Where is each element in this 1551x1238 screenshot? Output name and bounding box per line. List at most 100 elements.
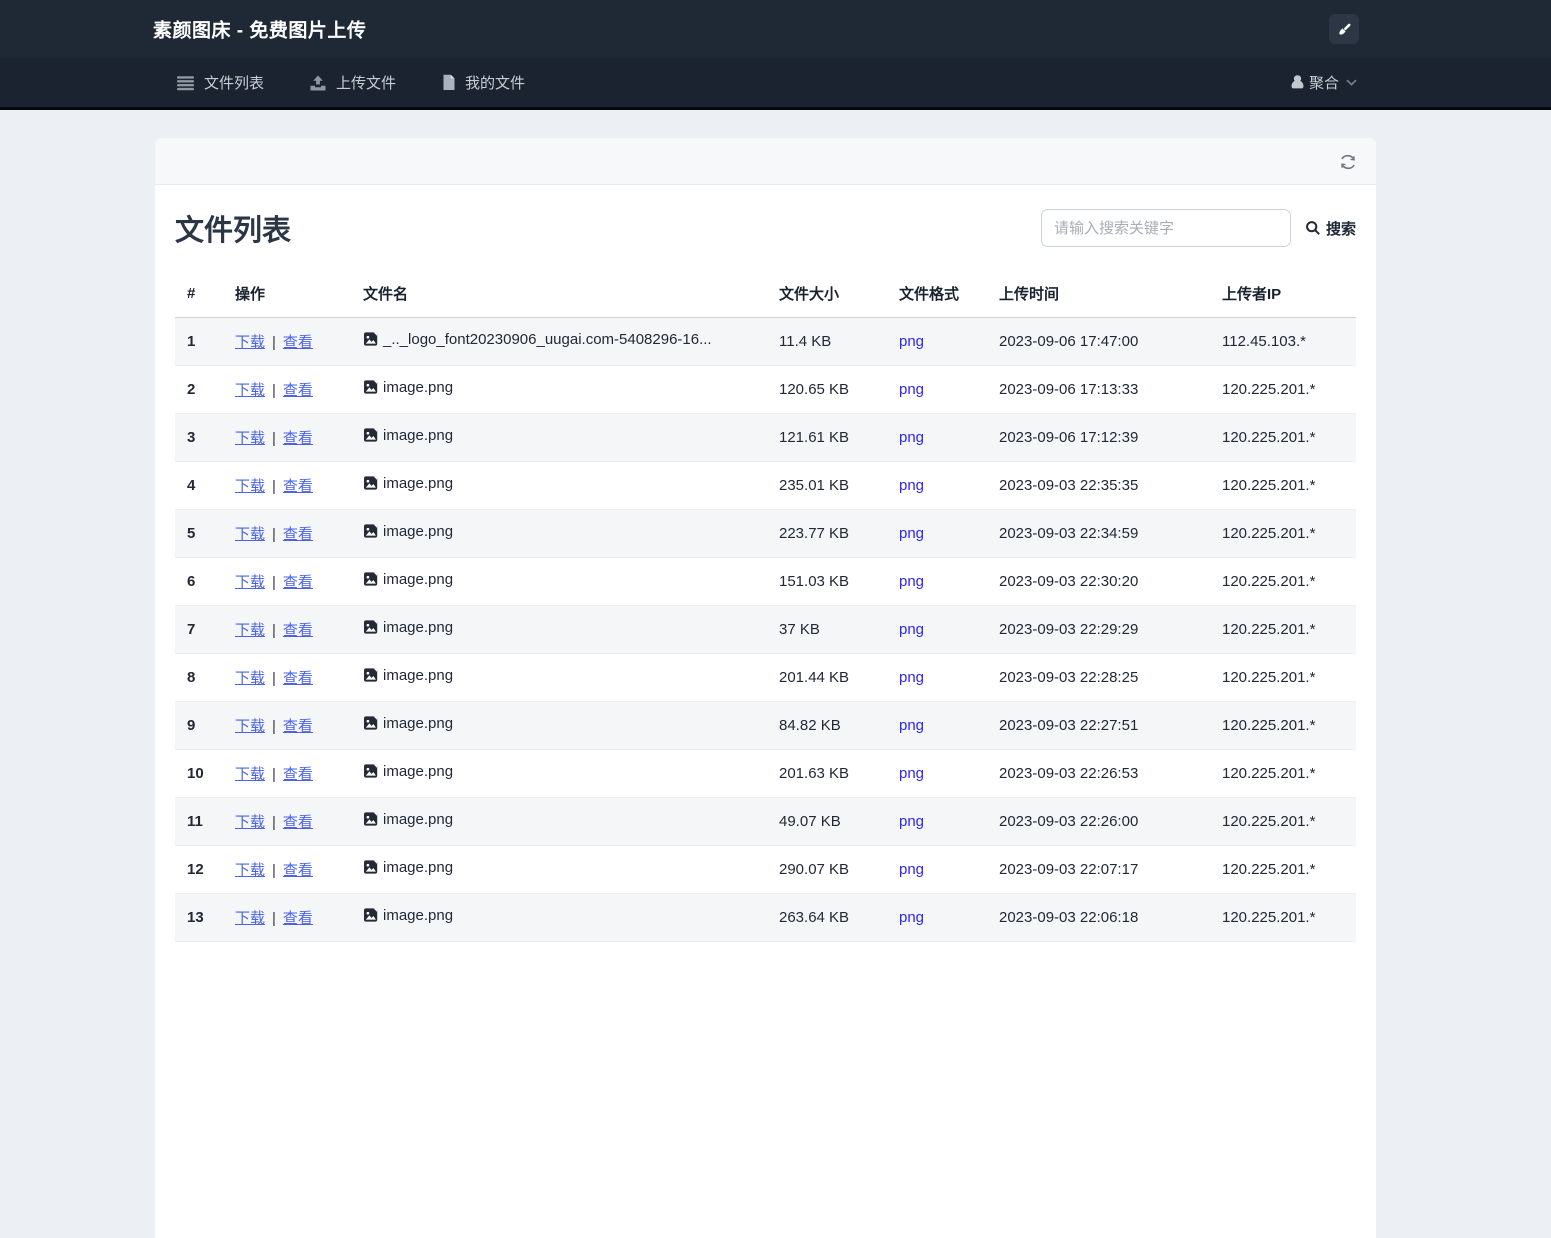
format-link[interactable]: png <box>899 621 924 638</box>
refresh-button[interactable] <box>1336 150 1360 174</box>
file-name: image.png <box>383 378 454 396</box>
page-title: 文件列表 <box>175 215 292 247</box>
search-button[interactable]: 搜索 <box>1305 218 1356 239</box>
file-size: 120.65 KB <box>767 365 887 414</box>
uploader-ip: 120.225.201.* <box>1210 701 1356 750</box>
download-link[interactable]: 下载 <box>235 622 265 639</box>
upload-time: 2023-09-06 17:47:00 <box>987 317 1210 366</box>
action-separator: | <box>272 765 276 783</box>
format-link[interactable]: png <box>899 813 924 830</box>
list-icon <box>176 75 195 91</box>
view-link[interactable]: 查看 <box>283 382 313 399</box>
image-file-icon <box>363 475 379 491</box>
download-link[interactable]: 下载 <box>235 478 265 495</box>
col-header-format: 文件格式 <box>887 271 987 318</box>
upload-time: 2023-09-03 22:27:51 <box>987 701 1210 750</box>
row-actions: 下载 | 查看 <box>223 701 351 750</box>
row-filename-cell: image.png <box>351 509 767 558</box>
row-filename-cell: image.png <box>351 461 767 510</box>
nav-item-label: 我的文件 <box>465 75 526 92</box>
table-row: 11 下载 | 查看 image.png 49.07 KB png 2023-09-… <box>175 797 1356 846</box>
view-link[interactable]: 查看 <box>283 622 313 639</box>
format-link[interactable]: png <box>899 525 924 542</box>
download-link[interactable]: 下载 <box>235 862 265 879</box>
format-link[interactable]: png <box>899 765 924 782</box>
table-row: 6 下载 | 查看 image.png 151.03 KB png 2023-09-… <box>175 557 1356 606</box>
download-link[interactable]: 下载 <box>235 766 265 783</box>
search-input[interactable] <box>1040 209 1291 247</box>
upload-time: 2023-09-03 22:35:35 <box>987 461 1210 510</box>
download-link[interactable]: 下载 <box>235 814 265 831</box>
format-link[interactable]: png <box>899 381 924 398</box>
download-link[interactable]: 下载 <box>235 718 265 735</box>
row-actions: 下载 | 查看 <box>223 893 351 942</box>
image-file-icon <box>363 667 379 683</box>
view-link[interactable]: 查看 <box>283 526 313 543</box>
upload-time: 2023-09-03 22:30:20 <box>987 557 1210 606</box>
file-name: image.png <box>383 858 454 876</box>
action-separator: | <box>272 909 276 927</box>
file-table: # 操作 文件名 文件大小 文件格式 上传时间 上传者IP 1 下载 | 查看 <box>175 271 1356 942</box>
format-link[interactable]: png <box>899 669 924 686</box>
file-size: 151.03 KB <box>767 557 887 606</box>
search-group: 搜索 <box>1040 209 1356 247</box>
file-name: image.png <box>383 762 454 780</box>
col-header-filename: 文件名 <box>351 271 767 318</box>
upload-time: 2023-09-03 22:28:25 <box>987 653 1210 702</box>
download-link[interactable]: 下载 <box>235 670 265 687</box>
view-link[interactable]: 查看 <box>283 910 313 927</box>
chevron-down-icon <box>1346 79 1357 86</box>
upload-time: 2023-09-03 22:06:18 <box>987 893 1210 942</box>
view-link[interactable]: 查看 <box>283 478 313 495</box>
view-link[interactable]: 查看 <box>283 574 313 591</box>
card-body: 文件列表 搜索 <box>155 185 1376 942</box>
row-actions: 下载 | 查看 <box>223 605 351 654</box>
download-link[interactable]: 下载 <box>235 574 265 591</box>
image-file-icon <box>363 571 379 587</box>
row-filename-cell: _.._logo_font20230906_uugai.com-5408296-… <box>351 317 767 366</box>
col-header-actions: 操作 <box>223 271 351 318</box>
download-link[interactable]: 下载 <box>235 334 265 351</box>
view-link[interactable]: 查看 <box>283 670 313 687</box>
download-link[interactable]: 下载 <box>235 430 265 447</box>
file-list-card: 文件列表 搜索 <box>155 138 1376 1238</box>
view-link[interactable]: 查看 <box>283 430 313 447</box>
upload-time: 2023-09-03 22:29:29 <box>987 605 1210 654</box>
col-header-filesize: 文件大小 <box>767 271 887 318</box>
download-link[interactable]: 下载 <box>235 526 265 543</box>
row-filename-cell: image.png <box>351 701 767 750</box>
format-link[interactable]: png <box>899 717 924 734</box>
format-link[interactable]: png <box>899 861 924 878</box>
file-name: image.png <box>383 666 454 684</box>
penguin-icon <box>1289 74 1306 91</box>
nav-item-upload[interactable]: 上传文件 <box>309 72 396 93</box>
view-link[interactable]: 查看 <box>283 718 313 735</box>
theme-toggle-button[interactable] <box>1329 14 1359 44</box>
file-size: 49.07 KB <box>767 797 887 846</box>
file-name: image.png <box>383 618 454 636</box>
format-link[interactable]: png <box>899 573 924 590</box>
table-row: 8 下载 | 查看 image.png 201.44 KB png 2023-09-… <box>175 653 1356 702</box>
view-link[interactable]: 查看 <box>283 862 313 879</box>
download-link[interactable]: 下载 <box>235 382 265 399</box>
image-file-icon <box>363 331 379 347</box>
view-link[interactable]: 查看 <box>283 766 313 783</box>
format-link[interactable]: png <box>899 477 924 494</box>
view-link[interactable]: 查看 <box>283 814 313 831</box>
format-link[interactable]: png <box>899 333 924 350</box>
row-index: 7 <box>175 605 223 654</box>
format-link[interactable]: png <box>899 429 924 446</box>
download-link[interactable]: 下载 <box>235 910 265 927</box>
file-size: 37 KB <box>767 605 887 654</box>
row-filename-cell: image.png <box>351 653 767 702</box>
nav-item-file-list[interactable]: 文件列表 <box>176 72 264 93</box>
image-file-icon <box>363 619 379 635</box>
uploader-ip: 112.45.103.* <box>1210 317 1356 366</box>
action-separator: | <box>272 669 276 687</box>
file-size: 235.01 KB <box>767 461 887 510</box>
uploader-ip: 120.225.201.* <box>1210 749 1356 798</box>
view-link[interactable]: 查看 <box>283 334 313 351</box>
uploader-ip: 120.225.201.* <box>1210 461 1356 510</box>
user-dropdown[interactable]: 聚合 <box>1289 58 1357 107</box>
nav-item-my-files[interactable]: 我的文件 <box>441 72 525 93</box>
